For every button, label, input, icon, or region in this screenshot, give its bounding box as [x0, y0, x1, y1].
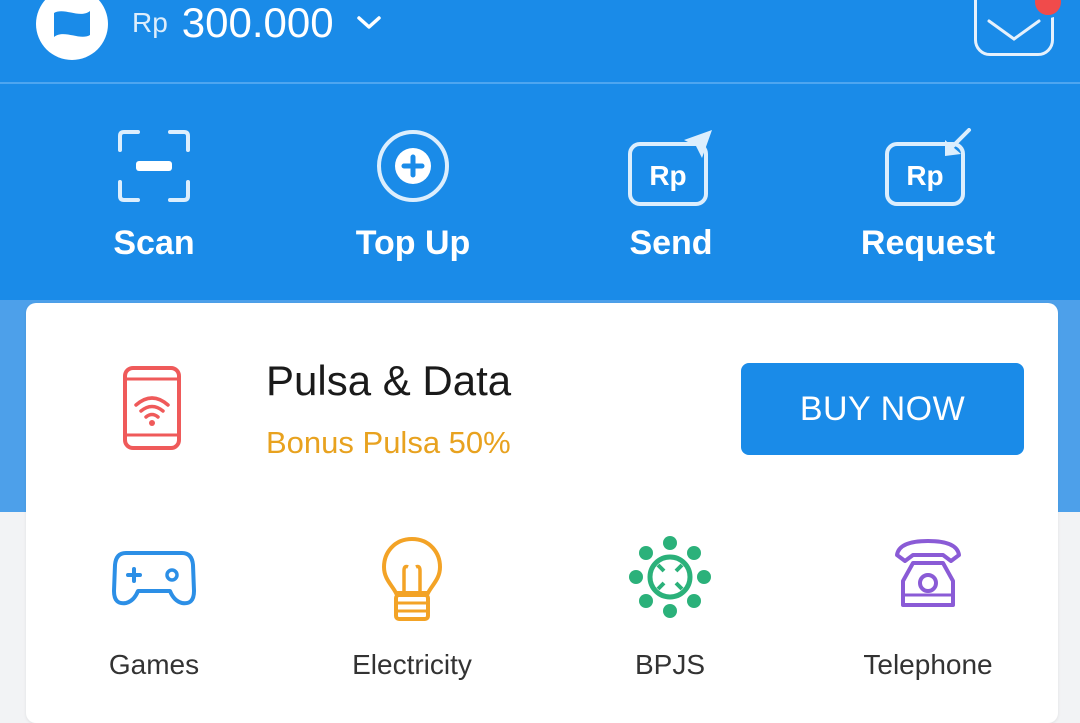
promo-title: Pulsa & Data	[266, 357, 512, 404]
service-games[interactable]: Games	[34, 535, 274, 715]
scan-icon	[116, 128, 192, 209]
balance-amount: 300.000	[181, 0, 334, 46]
scan-label: Scan	[113, 224, 195, 262]
service-electricity[interactable]: Electricity	[292, 535, 532, 715]
bpjs-label: BPJS	[634, 649, 706, 680]
plus-circle-icon	[375, 128, 451, 209]
service-bpjs[interactable]: BPJS	[550, 535, 790, 715]
send-money-icon: Rp	[626, 128, 716, 213]
top-up-label: Top Up	[355, 224, 471, 262]
top-up-button[interactable]: Top Up	[313, 116, 513, 276]
promo-subtitle: Bonus Pulsa 50%	[266, 425, 511, 460]
bpjs-icon	[628, 535, 712, 624]
send-button[interactable]: Rp Send	[571, 116, 771, 276]
electricity-label: Electricity	[352, 649, 472, 680]
balance-selector[interactable]: Rp 300.000	[132, 0, 382, 48]
phone-wifi-icon	[122, 365, 182, 456]
scan-button[interactable]: Scan	[54, 116, 254, 276]
svg-text:Rp: Rp	[649, 160, 686, 191]
wallet-logo-icon	[54, 11, 90, 37]
services-card: Pulsa & Data Bonus Pulsa 50% BUY NOW Gam…	[26, 303, 1058, 723]
telephone-icon	[893, 535, 963, 618]
buy-now-button[interactable]: BUY NOW	[741, 363, 1024, 455]
app-logo	[36, 0, 108, 60]
top-bar: Rp 300.000	[0, 0, 1080, 84]
balance-currency: Rp	[132, 7, 168, 38]
quick-actions: Scan Top Up Rp Send Rp Request	[0, 116, 1080, 276]
service-telephone[interactable]: Telephone	[808, 535, 1048, 715]
request-button[interactable]: Rp Request	[828, 116, 1028, 276]
games-label: Games	[108, 649, 200, 680]
chevron-down-icon	[356, 15, 382, 31]
send-label: Send	[629, 224, 713, 262]
svg-text:Rp: Rp	[906, 160, 943, 191]
telephone-label: Telephone	[863, 649, 993, 680]
gamepad-icon	[112, 535, 196, 620]
request-label: Request	[860, 224, 996, 262]
request-money-icon: Rp	[883, 128, 973, 213]
lightbulb-icon	[380, 535, 444, 630]
